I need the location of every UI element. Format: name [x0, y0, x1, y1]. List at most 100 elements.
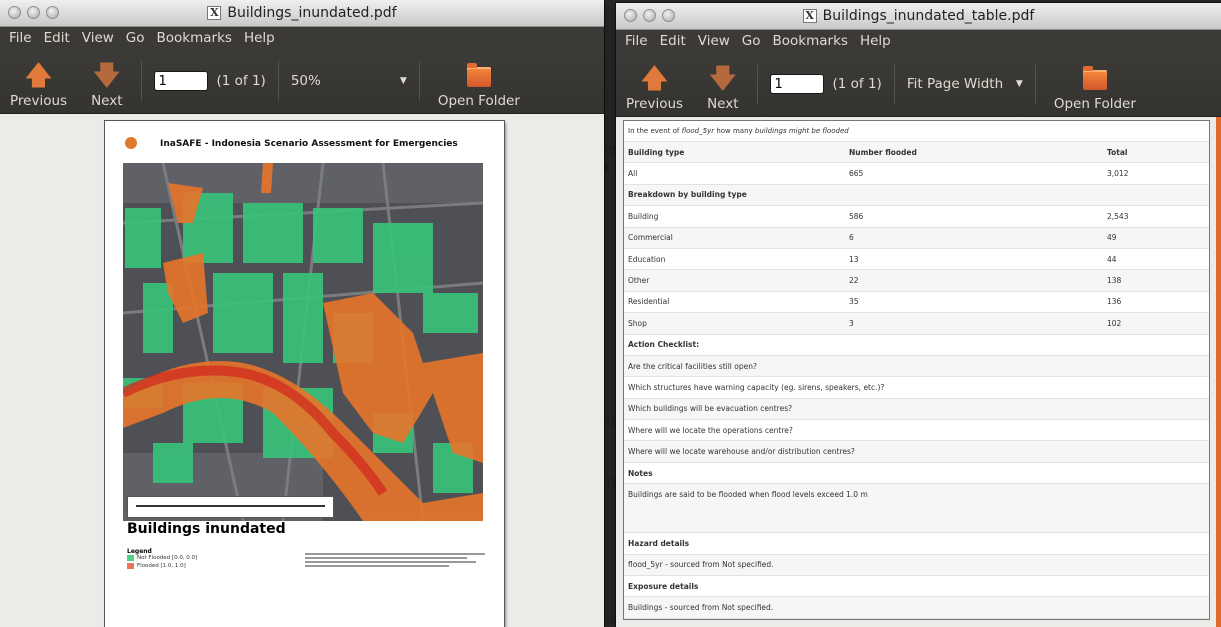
chevron-down-icon: ▼: [1015, 79, 1023, 89]
menu-file[interactable]: File: [3, 30, 38, 46]
menu-view[interactable]: View: [692, 33, 736, 49]
open-folder-button[interactable]: Open Folder: [432, 53, 526, 109]
menu-file[interactable]: File: [619, 33, 654, 49]
window-title: Buildings_inundated_table.pdf: [822, 8, 1035, 24]
x11-app-icon: X: [207, 6, 222, 20]
table-row: flood_5yr - sourced from Not specified.: [624, 554, 1209, 577]
table-cell: 2,543: [1103, 205, 1209, 228]
menu-go[interactable]: Go: [736, 33, 767, 49]
checklist-item: Where will we locate the operations cent…: [624, 419, 1209, 442]
right-toolbar: 🡅 Previous 🡇 Next (1 of 1) Fit Page Widt…: [616, 52, 1221, 117]
left-document-area[interactable]: InaSAFE - Indonesia Scenario Assessment …: [0, 114, 604, 627]
table-cell: 44: [1103, 248, 1209, 271]
menu-go[interactable]: Go: [120, 30, 151, 46]
previous-button[interactable]: 🡅 Previous: [620, 56, 689, 112]
left-menubar: File Edit View Go Bookmarks Help: [0, 27, 604, 49]
close-window-button[interactable]: [624, 9, 637, 22]
zoom-window-button[interactable]: [662, 9, 675, 22]
zoom-select[interactable]: Fit Page Width ▼: [907, 76, 1023, 92]
section-title: Exposure details: [624, 575, 1209, 598]
table-cell: 586: [845, 205, 1103, 228]
table-row: Buildings - sourced from Not specified.: [624, 596, 1209, 619]
caption-text: how many: [714, 127, 755, 135]
arrow-down-icon: 🡇: [709, 64, 737, 94]
map-heading: Buildings inundated: [127, 521, 286, 537]
next-button[interactable]: 🡇 Next: [701, 56, 744, 112]
folder-icon: [1082, 66, 1107, 90]
legend-item-flooded: Flooded [1.0, 1.0]: [127, 563, 186, 569]
arrow-down-icon: 🡇: [93, 61, 121, 91]
table-row: Shop 3 102: [624, 312, 1209, 335]
folder-icon: [466, 63, 491, 87]
caption-hazard: flood_5yr: [681, 127, 715, 135]
left-pdf-window: X Buildings_inundated.pdf File Edit View…: [0, 0, 604, 627]
menu-bookmarks[interactable]: Bookmarks: [767, 33, 854, 49]
right-menubar: File Edit View Go Bookmarks Help: [616, 30, 1221, 52]
legend-title: Legend: [127, 548, 152, 555]
header-cell: Building type: [624, 141, 845, 164]
menu-edit[interactable]: Edit: [38, 30, 76, 46]
open-folder-button[interactable]: Open Folder: [1048, 56, 1142, 112]
menu-help[interactable]: Help: [854, 33, 897, 49]
close-window-button[interactable]: [8, 6, 21, 19]
caption-buildings: buildings: [754, 127, 787, 135]
toolbar-separator: [277, 61, 279, 101]
minimize-window-button[interactable]: [643, 9, 656, 22]
zoom-select[interactable]: 50% ▼: [291, 73, 407, 89]
table-section-row: Breakdown by building type: [624, 184, 1209, 207]
toolbar-separator: [1034, 64, 1036, 104]
table-cell: Shop: [624, 312, 845, 335]
toolbar-separator: [418, 61, 420, 101]
caption-text: might be flooded: [786, 127, 849, 135]
table-cell: 22: [845, 269, 1103, 292]
right-pdf-window: X Buildings_inundated_table.pdf File Edi…: [616, 3, 1221, 627]
previous-label: Previous: [10, 93, 68, 109]
window-title: Buildings_inundated.pdf: [227, 5, 397, 21]
menu-edit[interactable]: Edit: [654, 33, 692, 49]
table-row: Commercial 6 49: [624, 227, 1209, 249]
section-title: Action Checklist:: [624, 334, 1209, 356]
right-document-area[interactable]: In the event of flood_5yr how many build…: [616, 117, 1221, 627]
table-row: Residential 35 136: [624, 291, 1209, 314]
previous-label: Previous: [626, 96, 684, 112]
next-button[interactable]: 🡇 Next: [85, 53, 128, 109]
table-cell: 665: [845, 162, 1103, 185]
table-row: Are the critical facilities still open?: [624, 355, 1209, 378]
x11-app-icon: X: [802, 9, 817, 23]
legend-swatch: [127, 563, 134, 569]
table-cell: All: [624, 162, 845, 185]
page-number-input[interactable]: [769, 74, 824, 94]
map-notes-text: [305, 551, 485, 569]
table-cell: 136: [1103, 291, 1209, 314]
hazard-text: flood_5yr - sourced from Not specified.: [624, 554, 1209, 577]
legend-swatch: [127, 555, 134, 561]
flood-map: [123, 163, 483, 521]
checklist-item: Which buildings will be evacuation centr…: [624, 398, 1209, 421]
table-header-row: Building type Number flooded Total: [624, 141, 1209, 164]
checklist-item: Which structures have warning capacity (…: [624, 376, 1209, 399]
table-cell: 49: [1103, 227, 1209, 249]
table-section-row: Action Checklist:: [624, 334, 1209, 356]
table-cell: 6: [845, 227, 1103, 249]
map-title: InaSAFE - Indonesia Scenario Assessment …: [160, 139, 458, 149]
table-row: Where will we locate warehouse and/or di…: [624, 440, 1209, 463]
zoom-window-button[interactable]: [46, 6, 59, 19]
arrow-up-icon: 🡅: [25, 61, 52, 91]
menu-help[interactable]: Help: [238, 30, 281, 46]
right-titlebar[interactable]: X Buildings_inundated_table.pdf: [616, 3, 1221, 30]
table-row: Other 22 138: [624, 269, 1209, 292]
table-section-row: Exposure details: [624, 575, 1209, 598]
table-row: Which buildings will be evacuation centr…: [624, 398, 1209, 421]
header-cell: Total: [1103, 141, 1209, 164]
left-titlebar[interactable]: X Buildings_inundated.pdf: [0, 0, 604, 27]
table-cell: 138: [1103, 269, 1209, 292]
menu-bookmarks[interactable]: Bookmarks: [151, 30, 238, 46]
scrollbar[interactable]: [1216, 117, 1221, 627]
scale-bar: [127, 496, 334, 518]
previous-button[interactable]: 🡅 Previous: [4, 53, 73, 109]
table-cell: 35: [845, 291, 1103, 314]
minimize-window-button[interactable]: [27, 6, 40, 19]
page-number-input[interactable]: [153, 71, 208, 91]
arrow-up-icon: 🡅: [641, 64, 668, 94]
menu-view[interactable]: View: [76, 30, 120, 46]
